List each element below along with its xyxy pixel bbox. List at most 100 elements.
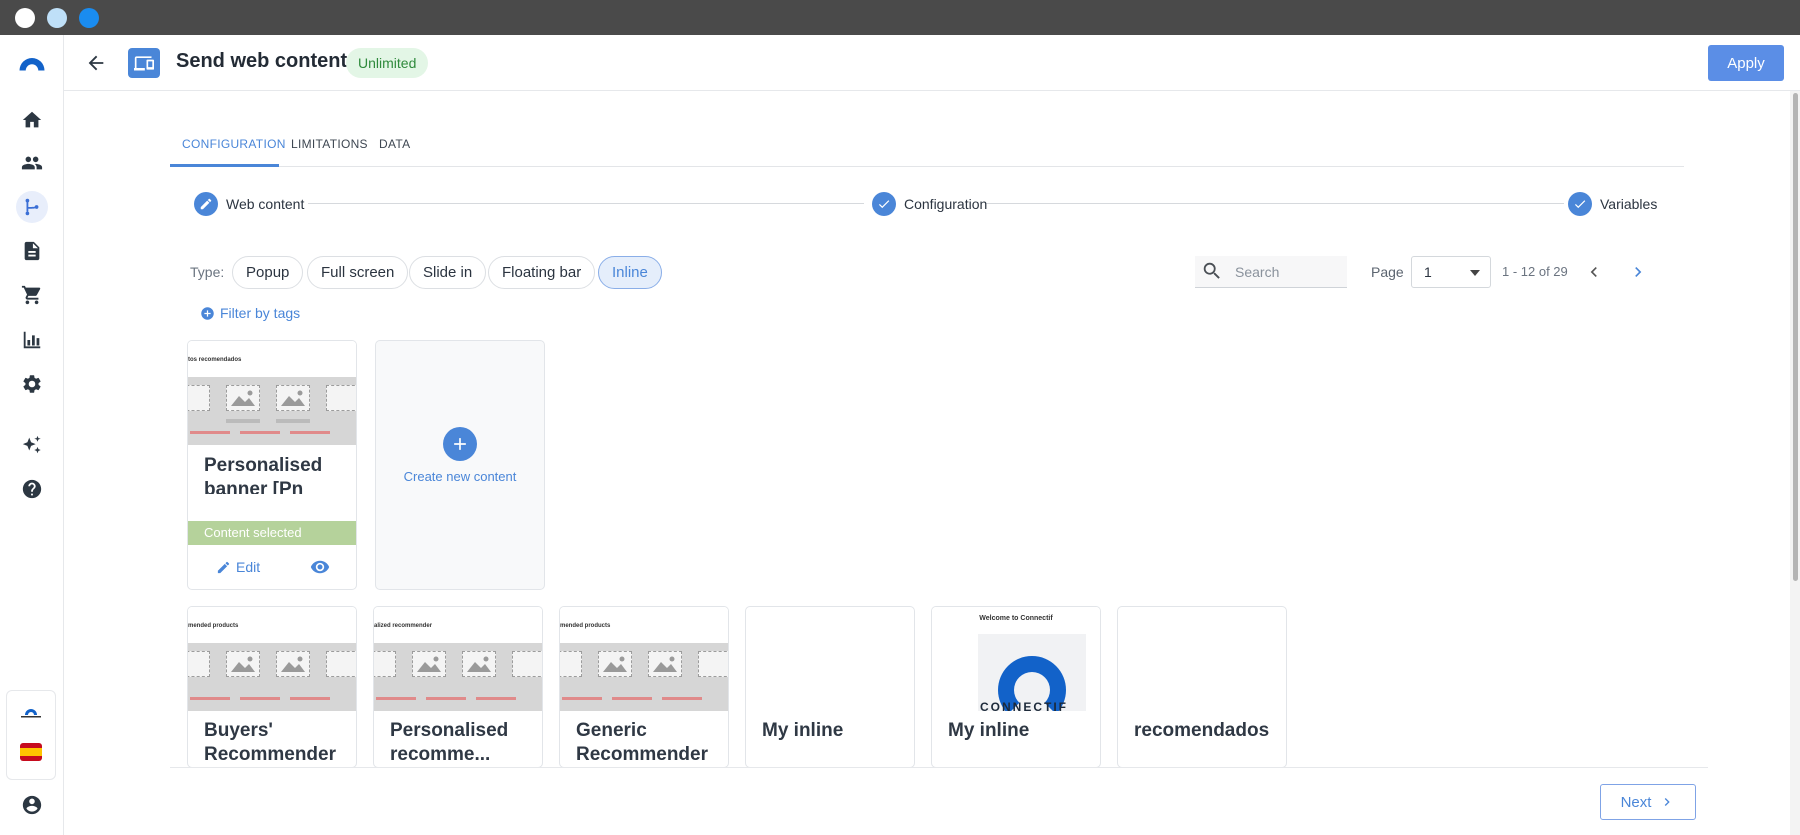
card-title: Personalised banner [Pn [204, 455, 323, 494]
search-icon [1203, 262, 1220, 279]
check-icon [878, 200, 890, 209]
contacts-icon[interactable] [16, 147, 48, 179]
connectif-logo: CONNECTIF [978, 634, 1086, 711]
gear-icon[interactable] [16, 368, 48, 400]
content-card[interactable]: recomendados [1117, 606, 1287, 768]
chevron-right-icon [1635, 267, 1642, 277]
stepper-line [986, 203, 1564, 204]
check-icon [1574, 200, 1586, 209]
help-icon[interactable] [16, 473, 48, 505]
card-title: Personalised recomme... [390, 720, 509, 765]
card-title: My inline [762, 720, 844, 741]
prev-page-button[interactable] [1582, 260, 1606, 284]
eye-icon [310, 560, 330, 574]
content-card-selected[interactable]: tos recomendados Personalised banner [Pn… [187, 340, 357, 590]
content-card[interactable]: mended products Generic Recommender [559, 606, 729, 768]
pagination-range: 1 - 12 of 29 [1502, 264, 1568, 279]
account-switcher [6, 690, 56, 780]
status-badge: Unlimited [346, 48, 429, 78]
scrollbar-thumb[interactable] [1793, 93, 1798, 581]
tab-configuration[interactable]: CONFIGURATION [182, 137, 286, 151]
type-chip-inline[interactable]: Inline [598, 256, 662, 289]
tab-limitations[interactable]: LIMITATIONS [291, 137, 368, 151]
type-chip-full-screen[interactable]: Full screen [307, 256, 409, 289]
step-variables-dot[interactable] [1568, 192, 1592, 216]
type-chip-floating-bar[interactable]: Floating bar [488, 256, 596, 289]
pencil-icon [217, 561, 230, 573]
thumb-caption: Welcome to Connectif [979, 615, 1053, 622]
filter-by-tags-link[interactable]: Filter by tags [200, 305, 300, 321]
sparkles-icon[interactable] [16, 429, 48, 461]
card-thumbnail: mended products [560, 607, 728, 711]
apply-button[interactable]: Apply [1708, 45, 1784, 81]
image-placeholder-icon [276, 385, 310, 411]
brand-logo[interactable] [16, 47, 48, 79]
card-thumbnail: tos recomendados [188, 341, 356, 445]
card-thumbnail: Welcome to Connectif CONNECTIF [932, 607, 1100, 711]
chevron-left-icon [1590, 267, 1597, 277]
card-thumbnail: alized recommender [374, 607, 542, 711]
search-input[interactable] [1235, 262, 1340, 282]
create-new-content-label: Create new content [403, 469, 517, 484]
content-card[interactable]: alized recommender Personalised recomme.… [373, 606, 543, 768]
connectif-mini-logo[interactable] [19, 703, 43, 719]
filter-by-tags-label: Filter by tags [220, 305, 301, 321]
tab-data[interactable]: DATA [379, 137, 410, 151]
step-web-content-dot[interactable] [194, 192, 218, 216]
page-select[interactable]: 1 [1411, 256, 1491, 288]
image-placeholder-icon [226, 385, 260, 411]
window-title-bar [0, 0, 1800, 35]
type-label: Type: [190, 264, 225, 280]
footer-bar [64, 767, 1790, 835]
window-maximize-button[interactable] [79, 8, 99, 28]
card-title: Buyers' Recommender [204, 720, 336, 765]
tab-bar: CONFIGURATION LIMITATIONS DATA [170, 120, 1684, 167]
footer-divider [170, 767, 1708, 768]
create-new-content-card[interactable]: Create new content [375, 340, 545, 590]
chevron-right-icon [1665, 798, 1671, 806]
content-card[interactable]: My inline [745, 606, 915, 768]
type-chip-slide-in[interactable]: Slide in [409, 256, 487, 289]
preview-button[interactable] [308, 557, 332, 577]
card-title: Generic Recommender [576, 720, 708, 765]
thumb-caption: tos recomendados [188, 357, 242, 363]
content-card[interactable]: mended products Buyers' Recommender [187, 606, 357, 768]
step-configuration-label[interactable]: Configuration [904, 196, 987, 212]
pencil-icon [200, 198, 212, 210]
active-tab-indicator [170, 164, 279, 167]
bar-chart-icon[interactable] [16, 324, 48, 356]
edit-label: Edit [236, 559, 261, 575]
window-close-button[interactable] [15, 8, 35, 28]
stepper-line [308, 203, 864, 204]
step-web-content-label[interactable]: Web content [226, 196, 304, 212]
document-icon[interactable] [16, 235, 48, 267]
cart-icon[interactable] [16, 279, 48, 311]
step-variables-label[interactable]: Variables [1600, 196, 1657, 212]
home-icon[interactable] [16, 104, 48, 136]
next-page-button[interactable] [1626, 260, 1650, 284]
back-button[interactable] [82, 49, 110, 77]
arrow-left-icon [88, 55, 104, 71]
search-box[interactable] [1195, 256, 1347, 288]
page-header: Send web content Unlimited Apply [64, 35, 1800, 91]
edit-button[interactable]: Edit [216, 559, 260, 575]
user-account-icon[interactable] [16, 789, 48, 821]
sidebar [0, 35, 64, 835]
web-content-icon [128, 48, 160, 78]
window-minimize-button[interactable] [47, 8, 67, 28]
add-icon [443, 427, 477, 461]
page-select-value: 1 [1424, 264, 1432, 280]
card-thumbnail: mended products [188, 607, 356, 711]
next-button[interactable]: Next [1600, 784, 1696, 820]
content-card[interactable]: Welcome to Connectif CONNECTIF My inline [931, 606, 1101, 768]
page-title: Send web content [176, 50, 348, 72]
card-title: My inline [948, 720, 1030, 741]
caret-down-icon [1470, 270, 1480, 276]
card-title: recomendados [1134, 720, 1270, 741]
thumb-caption: alized recommender [374, 623, 433, 629]
type-chip-popup[interactable]: Popup [232, 256, 304, 289]
spain-flag-icon[interactable] [20, 743, 42, 761]
step-configuration-dot[interactable] [872, 192, 896, 216]
workflows-icon[interactable] [16, 191, 48, 223]
content-selected-label: Content selected [188, 521, 356, 545]
